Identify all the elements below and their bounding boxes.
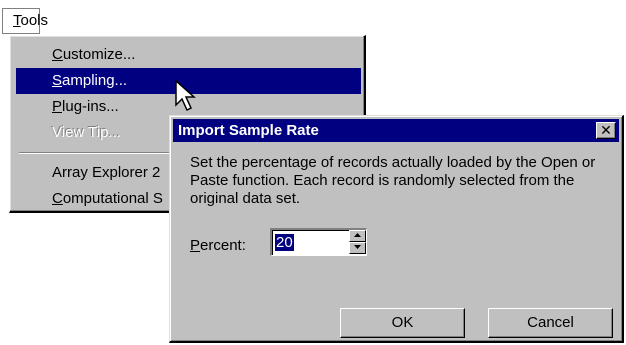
arrow-cursor-icon — [175, 79, 196, 112]
ok-button[interactable]: OK — [340, 308, 465, 338]
percent-label: Percent: — [190, 237, 246, 254]
dialog-title: Import Sample Rate — [178, 122, 319, 139]
spin-buttons — [349, 230, 366, 255]
dialog-titlebar[interactable]: Import Sample Rate ✕ — [173, 119, 619, 142]
import-sample-rate-dialog: Import Sample Rate ✕ Set the percentage … — [169, 115, 624, 343]
close-icon: ✕ — [600, 122, 612, 138]
cancel-button[interactable]: Cancel — [488, 308, 613, 338]
close-button[interactable]: ✕ — [596, 122, 616, 139]
percent-spinner[interactable]: 20 — [270, 228, 367, 256]
menubar-tools-label: Tools — [13, 12, 49, 29]
menubar-tools[interactable]: Tools — [2, 8, 48, 34]
percent-input[interactable]: 20 — [275, 234, 294, 251]
spin-up-button[interactable] — [349, 230, 366, 242]
spin-down-button[interactable] — [349, 242, 366, 254]
triangle-up-icon — [354, 233, 361, 237]
dialog-description: Set the percentage of records actually l… — [190, 154, 596, 207]
triangle-down-icon — [354, 245, 361, 249]
menu-item-customize[interactable]: Customize... — [16, 42, 361, 68]
